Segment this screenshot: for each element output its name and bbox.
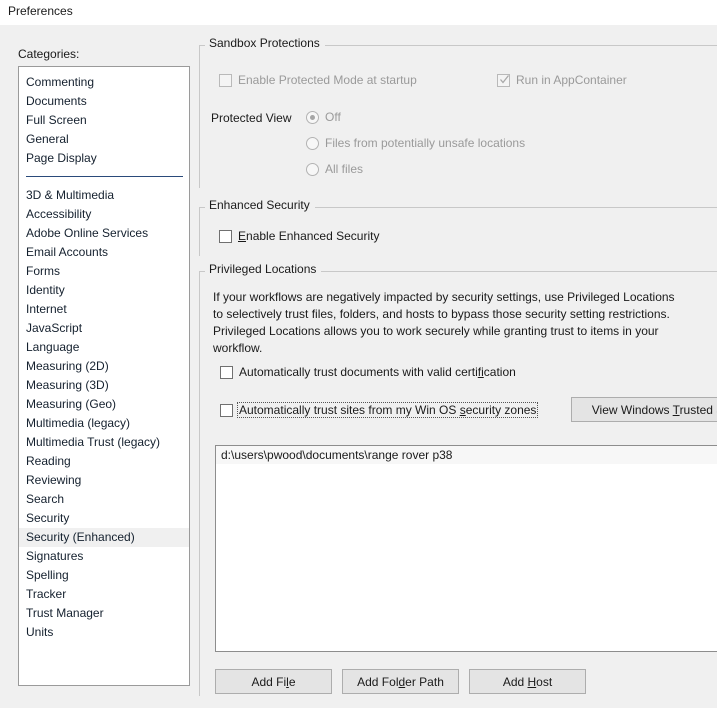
auto-trust-zones-row[interactable]: Automatically trust sites from my Win OS…	[220, 402, 539, 418]
sidebar-item-email-accounts[interactable]: Email Accounts	[19, 243, 189, 262]
protected-view-allfiles-radio[interactable]	[306, 162, 319, 176]
enable-enhanced-security-label: Enable Enhanced Security	[238, 229, 380, 243]
enhanced-security-group-body: Enable Enhanced Security	[199, 207, 717, 256]
privileged-locations-group: Privileged Locations If your workflows a…	[199, 262, 717, 696]
sidebar-item-3d-multimedia[interactable]: 3D & Multimedia	[19, 186, 189, 205]
add-folder-path-button[interactable]: Add Folder Path	[342, 669, 459, 694]
enable-enhanced-security-checkbox[interactable]	[219, 229, 232, 243]
privileged-locations-group-body: If your workflows are negatively impacte…	[199, 271, 717, 696]
enable-protected-mode-label: Enable Protected Mode at startup	[238, 73, 417, 87]
sidebar-item-accessibility[interactable]: Accessibility	[19, 205, 189, 224]
enhanced-security-group: Enhanced Security Enable Enhanced Securi…	[199, 198, 717, 256]
checkmark-icon	[500, 74, 510, 84]
sidebar-item-trust-manager[interactable]: Trust Manager	[19, 604, 189, 623]
view-windows-trusted-sites-button[interactable]: View Windows Trusted Sit	[571, 397, 717, 422]
preferences-panel: Sandbox Protections Enable Protected Mod…	[199, 36, 717, 696]
sidebar-item-measuring-2d[interactable]: Measuring (2D)	[19, 357, 189, 376]
sidebar-item-units[interactable]: Units	[19, 623, 189, 642]
sidebar-item-reviewing[interactable]: Reviewing	[19, 471, 189, 490]
protected-view-option-unsafe-locations[interactable]: Files from potentially unsafe locations	[306, 136, 525, 150]
run-in-appcontainer-checkbox[interactable]	[497, 73, 510, 87]
sandbox-group-title: Sandbox Protections	[205, 36, 325, 50]
sidebar-item-search[interactable]: Search	[19, 490, 189, 509]
sidebar-item-language[interactable]: Language	[19, 338, 189, 357]
add-host-label: Add Host	[502, 674, 553, 689]
sandbox-group-body: Enable Protected Mode at startup Run in …	[199, 45, 717, 188]
privileged-locations-list[interactable]: d:\users\pwood\documents\range rover p38	[216, 446, 717, 464]
sidebar-item-forms[interactable]: Forms	[19, 262, 189, 281]
protected-view-option-all-files[interactable]: All files	[306, 162, 363, 176]
sidebar-item-documents[interactable]: Documents	[19, 92, 189, 111]
enable-protected-mode-checkbox[interactable]	[219, 73, 232, 87]
view-windows-trusted-sites-label: View Windows Trusted Sit	[591, 402, 717, 417]
sidebar-item-identity[interactable]: Identity	[19, 281, 189, 300]
sidebar-item-security-enhanced[interactable]: Security (Enhanced)	[19, 528, 189, 547]
sidebar-item-spelling[interactable]: Spelling	[19, 566, 189, 585]
sidebar-item-javascript[interactable]: JavaScript	[19, 319, 189, 338]
auto-trust-zones-checkbox[interactable]	[220, 403, 233, 417]
window-title: Preferences	[8, 4, 73, 18]
run-in-appcontainer-row[interactable]: Run in AppContainer	[497, 73, 627, 87]
sandbox-protections-group: Sandbox Protections Enable Protected Mod…	[199, 36, 717, 188]
categories-separator	[26, 176, 183, 177]
add-file-label: Add File	[251, 674, 296, 689]
protected-view-off-radio[interactable]	[306, 110, 319, 124]
sidebar-item-commenting[interactable]: Commenting	[19, 73, 189, 92]
window-titlebar: Preferences	[0, 0, 717, 25]
sidebar-item-security[interactable]: Security	[19, 509, 189, 528]
auto-trust-documents-label: Automatically trust documents with valid…	[239, 365, 516, 379]
sidebar-item-general[interactable]: General	[19, 130, 189, 149]
sidebar-item-tracker[interactable]: Tracker	[19, 585, 189, 604]
protected-view-unsafe-label: Files from potentially unsafe locations	[325, 136, 526, 150]
auto-trust-documents-row[interactable]: Automatically trust documents with valid…	[220, 365, 516, 379]
sidebar-item-reading[interactable]: Reading	[19, 452, 189, 471]
radio-dot-icon	[310, 114, 315, 120]
enable-protected-mode-row[interactable]: Enable Protected Mode at startup	[219, 73, 417, 87]
sidebar-item-multimedia-legacy[interactable]: Multimedia (legacy)	[19, 414, 189, 433]
sidebar-item-measuring-3d[interactable]: Measuring (3D)	[19, 376, 189, 395]
protected-view-allfiles-label: All files	[325, 162, 364, 176]
protected-view-label: Protected View	[211, 111, 292, 125]
sidebar-item-multimedia-trust-legacy[interactable]: Multimedia Trust (legacy)	[19, 433, 189, 452]
enable-enhanced-security-row[interactable]: Enable Enhanced Security	[219, 229, 379, 243]
add-file-button[interactable]: Add File	[215, 669, 332, 694]
sidebar-item-signatures[interactable]: Signatures	[19, 547, 189, 566]
privileged-locations-description: If your workflows are negatively impacte…	[213, 290, 675, 355]
sidebar-item-internet[interactable]: Internet	[19, 300, 189, 319]
enhanced-security-group-title: Enhanced Security	[205, 198, 315, 212]
add-host-button[interactable]: Add Host	[469, 669, 586, 694]
categories-label: Categories:	[18, 47, 80, 61]
run-in-appcontainer-label: Run in AppContainer	[516, 73, 627, 87]
protected-view-option-off[interactable]: Off	[306, 110, 341, 124]
auto-trust-documents-checkbox[interactable]	[220, 365, 233, 379]
protected-view-unsafe-radio[interactable]	[306, 136, 319, 150]
sidebar-item-page-display[interactable]: Page Display	[19, 149, 189, 168]
add-folder-path-label: Add Folder Path	[357, 674, 444, 689]
privileged-locations-listbox[interactable]: d:\users\pwood\documents\range rover p38	[215, 445, 717, 652]
sidebar-item-measuring-geo[interactable]: Measuring (Geo)	[19, 395, 189, 414]
categories-list[interactable]: Commenting Documents Full Screen General Pag…	[19, 67, 189, 642]
categories-listbox[interactable]: Commenting Documents Full Screen General Pag…	[18, 66, 190, 686]
list-item[interactable]: d:\users\pwood\documents\range rover p38	[216, 446, 717, 464]
sidebar-item-adobe-online-services[interactable]: Adobe Online Services	[19, 224, 189, 243]
privileged-locations-group-title: Privileged Locations	[205, 262, 322, 276]
sidebar-item-full-screen[interactable]: Full Screen	[19, 111, 189, 130]
auto-trust-zones-label: Automatically trust sites from my Win OS…	[237, 402, 539, 418]
protected-view-off-label: Off	[325, 110, 341, 124]
